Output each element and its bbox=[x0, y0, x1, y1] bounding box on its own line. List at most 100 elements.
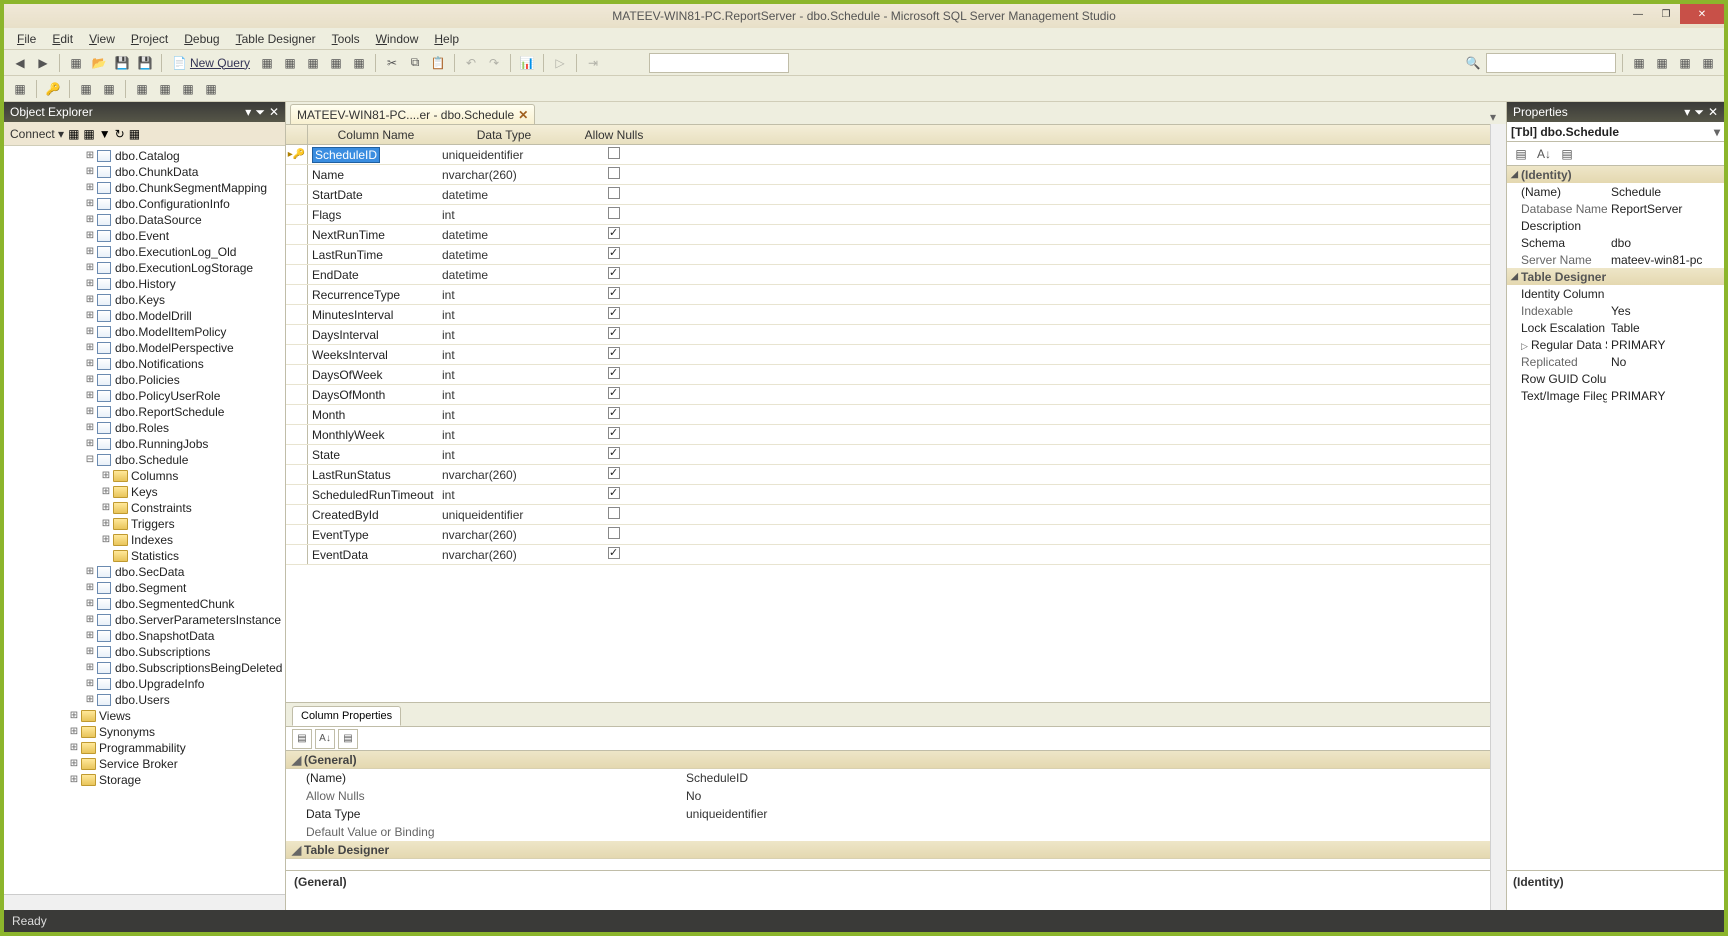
row-gutter[interactable]: ▸🔑 bbox=[286, 145, 308, 164]
col-header-name[interactable]: Column Name bbox=[308, 128, 438, 142]
cell-column-name[interactable]: WeeksInterval bbox=[308, 348, 438, 362]
cell-data-type[interactable]: int bbox=[438, 348, 570, 362]
designer-row[interactable]: Stateint bbox=[286, 445, 1506, 465]
pg-value[interactable]: PRIMARY bbox=[1607, 338, 1665, 352]
cell-data-type[interactable]: datetime bbox=[438, 268, 570, 282]
object-explorer-header[interactable]: Object Explorer ▾ ⏷ ✕ bbox=[4, 102, 285, 122]
expand-icon[interactable]: ⊟ bbox=[84, 455, 96, 465]
designer-row[interactable]: LastRunTimedatetime bbox=[286, 245, 1506, 265]
checkbox-icon[interactable] bbox=[608, 207, 620, 219]
tree-node[interactable]: ⊞dbo.ChunkData bbox=[4, 164, 285, 180]
checkbox-icon[interactable] bbox=[608, 187, 620, 199]
menu-tools[interactable]: Tools bbox=[325, 30, 367, 48]
continue-icon[interactable]: ▷ bbox=[550, 53, 570, 73]
cp-vscrollbar[interactable] bbox=[1490, 751, 1506, 870]
pg-row[interactable]: ReplicatedNo bbox=[1507, 353, 1724, 370]
expand-icon[interactable]: ⊞ bbox=[84, 231, 96, 241]
designer-row[interactable]: EventTypenvarchar(260) bbox=[286, 525, 1506, 545]
row-gutter[interactable] bbox=[286, 325, 308, 344]
row-gutter[interactable] bbox=[286, 365, 308, 384]
cell-allow-nulls[interactable] bbox=[570, 207, 658, 222]
tree-node[interactable]: ⊞Views bbox=[4, 708, 285, 724]
check-icon[interactable]: ▦ bbox=[1675, 53, 1695, 73]
cell-data-type[interactable]: nvarchar(260) bbox=[438, 528, 570, 542]
cell-data-type[interactable]: int bbox=[438, 328, 570, 342]
tree-node[interactable]: ⊞Storage bbox=[4, 772, 285, 788]
expand-icon[interactable]: ⊞ bbox=[84, 199, 96, 209]
expand-icon[interactable]: ⊞ bbox=[84, 439, 96, 449]
back-icon[interactable]: ◀ bbox=[10, 53, 30, 73]
tree-node[interactable]: ⊟dbo.Schedule bbox=[4, 452, 285, 468]
expand-icon[interactable]: ⊞ bbox=[84, 295, 96, 305]
titlebar[interactable]: MATEEV-WIN81-PC.ReportServer - dbo.Sched… bbox=[4, 4, 1724, 28]
row-gutter[interactable] bbox=[286, 245, 308, 264]
tree-node[interactable]: ⊞dbo.ModelDrill bbox=[4, 308, 285, 324]
designer-grid[interactable]: Column Name Data Type Allow Nulls ▸🔑Sche… bbox=[286, 124, 1506, 702]
expand-icon[interactable]: ⊞ bbox=[84, 327, 96, 337]
pin-icon[interactable]: ⏷ bbox=[255, 105, 265, 120]
row-gutter[interactable] bbox=[286, 405, 308, 424]
expand-icon[interactable]: ⊞ bbox=[84, 263, 96, 273]
menu-file[interactable]: File bbox=[10, 30, 43, 48]
pg-value[interactable]: mateev-win81-pc bbox=[1607, 253, 1702, 267]
tb2-icon-4[interactable]: ▦ bbox=[99, 79, 119, 99]
cp-row[interactable]: Allow NullsNo bbox=[286, 787, 1506, 805]
save-icon[interactable]: 💾 bbox=[112, 53, 132, 73]
oe-icon-1[interactable]: ▦ bbox=[68, 127, 79, 141]
mdx-icon[interactable]: ▦ bbox=[303, 53, 323, 73]
designer-row[interactable]: EventDatanvarchar(260) bbox=[286, 545, 1506, 565]
checkbox-icon[interactable] bbox=[608, 527, 620, 539]
cell-column-name[interactable]: DaysOfMonth bbox=[308, 388, 438, 402]
cell-allow-nulls[interactable] bbox=[570, 487, 658, 502]
row-gutter[interactable] bbox=[286, 505, 308, 524]
designer-row[interactable]: WeeksIntervalint bbox=[286, 345, 1506, 365]
expand-icon[interactable]: ⊞ bbox=[84, 599, 96, 609]
forward-icon[interactable]: ▶ bbox=[33, 53, 53, 73]
designer-row[interactable]: StartDatedatetime bbox=[286, 185, 1506, 205]
oe-filter-icon[interactable]: ▼ bbox=[99, 127, 111, 141]
expand-icon[interactable]: ⊞ bbox=[84, 679, 96, 689]
tree-node[interactable]: ⊞dbo.RunningJobs bbox=[4, 436, 285, 452]
expand-icon[interactable]: ⊞ bbox=[84, 407, 96, 417]
tree-node[interactable]: ⊞dbo.ReportSchedule bbox=[4, 404, 285, 420]
cell-allow-nulls[interactable] bbox=[570, 447, 658, 462]
pg-value[interactable]: Yes bbox=[1607, 304, 1631, 318]
cell-allow-nulls[interactable] bbox=[570, 327, 658, 342]
tree-node[interactable]: ⊞dbo.Notifications bbox=[4, 356, 285, 372]
cell-data-type[interactable]: nvarchar(260) bbox=[438, 468, 570, 482]
checkbox-icon[interactable] bbox=[608, 327, 620, 339]
tree-node[interactable]: ⊞dbo.Roles bbox=[4, 420, 285, 436]
cell-column-name[interactable]: Flags bbox=[308, 208, 438, 222]
col-header-nulls[interactable]: Allow Nulls bbox=[570, 128, 658, 142]
checkbox-icon[interactable] bbox=[608, 307, 620, 319]
cell-allow-nulls[interactable] bbox=[570, 247, 658, 262]
checkbox-icon[interactable] bbox=[608, 267, 620, 279]
row-gutter[interactable] bbox=[286, 425, 308, 444]
cell-column-name[interactable]: EventData bbox=[308, 548, 438, 562]
row-gutter[interactable] bbox=[286, 345, 308, 364]
cell-data-type[interactable]: int bbox=[438, 288, 570, 302]
cell-data-type[interactable]: datetime bbox=[438, 248, 570, 262]
cell-allow-nulls[interactable] bbox=[570, 507, 658, 522]
cell-column-name[interactable]: LastRunTime bbox=[308, 248, 438, 262]
pg-category-identity[interactable]: ◢(Identity) bbox=[1507, 166, 1724, 183]
tree-node[interactable]: ⊞Columns bbox=[4, 468, 285, 484]
cell-data-type[interactable]: datetime bbox=[438, 188, 570, 202]
menu-help[interactable]: Help bbox=[427, 30, 466, 48]
cell-allow-nulls[interactable] bbox=[570, 467, 658, 482]
find-icon[interactable]: 🔍 bbox=[1463, 53, 1483, 73]
new-query-button[interactable]: 📄 New Query bbox=[168, 56, 254, 70]
tree-node[interactable]: ⊞Programmability bbox=[4, 740, 285, 756]
cell-data-type[interactable]: uniqueidentifier bbox=[438, 148, 570, 162]
cell-allow-nulls[interactable] bbox=[570, 347, 658, 362]
expand-icon[interactable]: ⊞ bbox=[84, 695, 96, 705]
designer-row[interactable]: EndDatedatetime bbox=[286, 265, 1506, 285]
pg-row[interactable]: Schemadbo bbox=[1507, 234, 1724, 251]
cell-column-name[interactable]: Month bbox=[308, 408, 438, 422]
script-icon[interactable]: ▦ bbox=[1698, 53, 1718, 73]
close-panel-icon[interactable]: ✕ bbox=[269, 105, 279, 120]
cell-data-type[interactable]: int bbox=[438, 308, 570, 322]
checkbox-icon[interactable] bbox=[608, 167, 620, 179]
tb2-icon-8[interactable]: ▦ bbox=[201, 79, 221, 99]
col-header-type[interactable]: Data Type bbox=[438, 128, 570, 142]
